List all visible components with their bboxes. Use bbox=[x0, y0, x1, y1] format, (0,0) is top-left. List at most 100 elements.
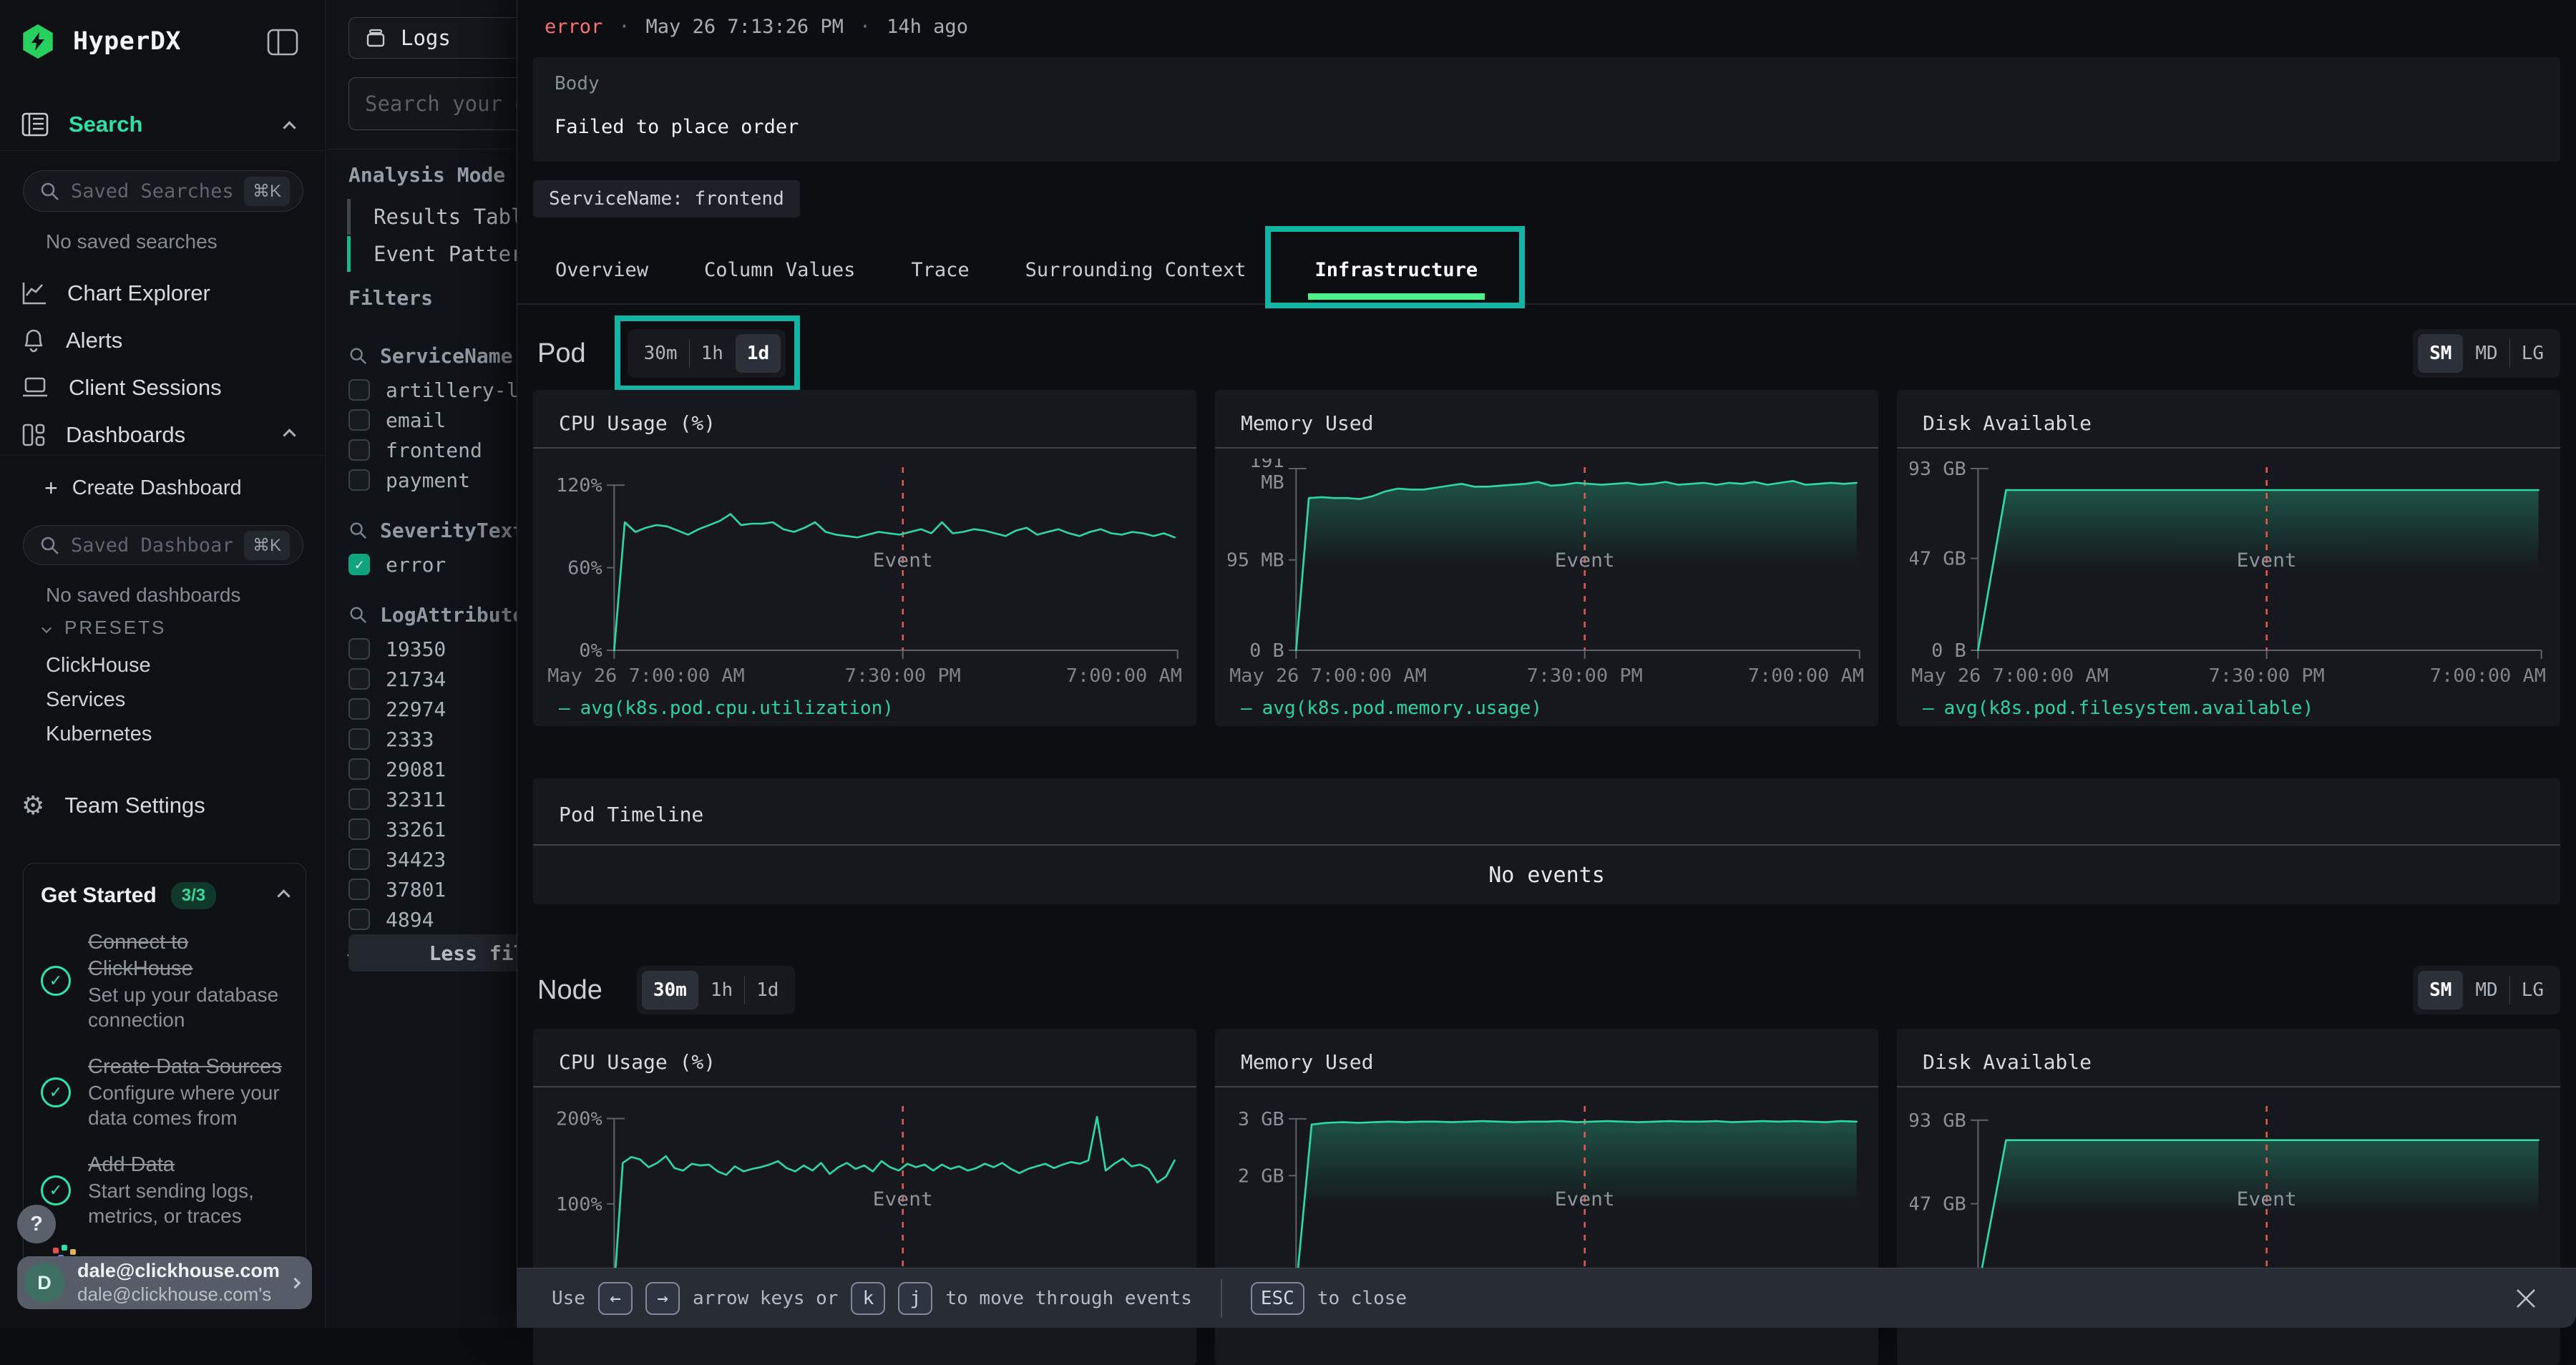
tab-infrastructure[interactable]: Infrastructure bbox=[1315, 259, 1478, 281]
help-button[interactable]: ? bbox=[17, 1205, 56, 1243]
pod-range-option-1d[interactable]: 1d bbox=[736, 334, 781, 373]
tab-surrounding-context[interactable]: Surrounding Context bbox=[1025, 259, 1246, 281]
chevron-up-icon[interactable] bbox=[277, 889, 290, 902]
task-create-data-sources[interactable]: ✓ Create Data Sources Configure where yo… bbox=[41, 1054, 288, 1130]
sidebar-item-label: Alerts bbox=[66, 328, 122, 353]
mode-indicator-active bbox=[347, 236, 351, 272]
chevron-up-icon[interactable] bbox=[283, 121, 296, 134]
task-connect-clickhouse[interactable]: ✓ Connect to ClickHouse Set up your data… bbox=[41, 929, 288, 1032]
pod-size-option-MD[interactable]: MD bbox=[2464, 334, 2509, 373]
sidebar-collapse-icon[interactable] bbox=[267, 29, 298, 56]
filter-option-29081[interactable]: 29081 bbox=[348, 754, 517, 784]
filter-option-frontend[interactable]: frontend bbox=[348, 435, 517, 465]
presets-label: PRESETS bbox=[64, 617, 166, 639]
presets-toggle[interactable]: PRESETS bbox=[43, 617, 166, 639]
sidebar-item-client-sessions[interactable]: Client Sessions bbox=[21, 375, 222, 401]
user-team: dale@clickhouse.com's bbox=[77, 1283, 278, 1306]
event-detail-panel: error · May 26 7:13:26 PM · 14h ago Body… bbox=[517, 0, 2576, 1328]
pod-size-option-SM[interactable]: SM bbox=[2418, 334, 2463, 373]
chart-title: Memory Used bbox=[1215, 1029, 1878, 1074]
checkbox[interactable] bbox=[348, 909, 370, 930]
filter-option-32311[interactable]: 32311 bbox=[348, 784, 517, 814]
chevron-up-icon[interactable] bbox=[283, 429, 296, 441]
sidebar-item-chart-explorer[interactable]: Chart Explorer bbox=[21, 280, 210, 306]
severity-badge: error bbox=[545, 16, 602, 38]
filter-option-email[interactable]: email bbox=[348, 405, 517, 435]
checkbox[interactable] bbox=[348, 409, 370, 431]
saved-searches-field[interactable] bbox=[71, 180, 233, 202]
pod-range-control[interactable]: 30m1h1d bbox=[628, 329, 786, 378]
sidebar-item-dashboards[interactable]: Dashboards bbox=[21, 422, 185, 448]
task-add-data[interactable]: ✓ Add Data Start sending logs, metrics, … bbox=[41, 1152, 288, 1228]
node-size-option-LG[interactable]: LG bbox=[2510, 971, 2555, 1009]
node-size-control[interactable]: SMMDLG bbox=[2413, 966, 2560, 1014]
checkbox[interactable] bbox=[348, 818, 370, 840]
preset-services[interactable]: Services bbox=[46, 688, 125, 712]
checkbox[interactable] bbox=[348, 668, 370, 690]
node-range-option-30m[interactable]: 30m bbox=[642, 971, 698, 1009]
saved-dashboards-input[interactable]: ⌘K bbox=[23, 525, 303, 565]
k-keycap: k bbox=[851, 1282, 885, 1315]
filter-option-error[interactable]: ✓error bbox=[348, 549, 517, 579]
filter-option-33261[interactable]: 33261 bbox=[348, 814, 517, 844]
create-dashboard-button[interactable]: + Create Dashboard bbox=[44, 475, 242, 502]
node-range-control[interactable]: 30m1h1d bbox=[637, 966, 796, 1014]
pod-size-control[interactable]: SMMDLG bbox=[2413, 329, 2560, 378]
checkbox[interactable] bbox=[348, 758, 370, 780]
checkbox[interactable] bbox=[348, 728, 370, 750]
filter-option-34423[interactable]: 34423 bbox=[348, 844, 517, 874]
saved-dashboards-field[interactable] bbox=[71, 534, 233, 557]
pod-section-header: Pod 30m1h1d SMMDLG bbox=[533, 321, 2560, 386]
node-range-option-1d[interactable]: 1d bbox=[745, 971, 790, 1009]
hint-text: arrow keys or bbox=[693, 1288, 839, 1309]
node-size-option-SM[interactable]: SM bbox=[2418, 971, 2463, 1009]
checkbox-checked[interactable]: ✓ bbox=[348, 554, 370, 575]
filter-option-payment[interactable]: payment bbox=[348, 465, 517, 495]
checkbox[interactable] bbox=[348, 469, 370, 491]
checkbox[interactable] bbox=[348, 638, 370, 660]
user-menu[interactable]: D dale@clickhouse.com dale@clickhouse.co… bbox=[17, 1256, 312, 1309]
tab-column-values[interactable]: Column Values bbox=[704, 259, 855, 281]
pod-charts-row: CPU Usage (%) 120%60%0%EventMay 26 7:00:… bbox=[533, 390, 2560, 726]
sidebar-item-alerts[interactable]: Alerts bbox=[21, 328, 122, 353]
preset-kubernetes[interactable]: Kubernetes bbox=[46, 723, 152, 746]
filter-option-4894[interactable]: 4894 bbox=[348, 904, 517, 934]
tab-overview[interactable]: Overview bbox=[555, 259, 648, 281]
svg-text:60%: 60% bbox=[567, 557, 602, 579]
checkbox[interactable] bbox=[348, 848, 370, 870]
event-search-input[interactable] bbox=[365, 92, 517, 116]
filter-option-artillery-loa[interactable]: artillery-loa bbox=[348, 375, 517, 405]
checkbox[interactable] bbox=[348, 698, 370, 720]
filter-option-19350[interactable]: 19350 bbox=[348, 634, 517, 664]
preset-clickhouse[interactable]: ClickHouse bbox=[46, 654, 151, 677]
less-filters-button[interactable]: Less fil bbox=[348, 934, 517, 972]
node-size-option-MD[interactable]: MD bbox=[2464, 971, 2509, 1009]
checkbox[interactable] bbox=[348, 788, 370, 810]
saved-searches-input[interactable]: ⌘K bbox=[23, 170, 303, 212]
filter-option-label: 22974 bbox=[386, 698, 446, 721]
filter-option-21734[interactable]: 21734 bbox=[348, 664, 517, 694]
pod-range-option-1h[interactable]: 1h bbox=[690, 334, 735, 373]
sidebar-item-team-settings[interactable]: ⚙ Team Settings bbox=[21, 793, 205, 818]
checkbox[interactable] bbox=[348, 439, 370, 461]
tab-trace[interactable]: Trace bbox=[911, 259, 969, 281]
pod-range-option-30m[interactable]: 30m bbox=[633, 334, 689, 373]
filter-option-label: payment bbox=[386, 469, 470, 492]
sidebar-item-search[interactable]: Search bbox=[21, 112, 142, 137]
search-icon bbox=[39, 535, 59, 555]
source-selector-button[interactable]: Logs bbox=[348, 17, 517, 59]
pod-size-option-LG[interactable]: LG bbox=[2510, 334, 2555, 373]
node-range-option-1h[interactable]: 1h bbox=[699, 971, 744, 1009]
filter-option-2333[interactable]: 2333 bbox=[348, 724, 517, 754]
checkbox[interactable] bbox=[348, 379, 370, 401]
event-search-box[interactable] bbox=[348, 77, 517, 130]
task-title: Add Data bbox=[88, 1152, 288, 1178]
mode-event-patterns[interactable]: Event Patterns bbox=[347, 236, 517, 272]
service-name-chip[interactable]: ServiceName: frontend bbox=[533, 180, 800, 217]
close-icon[interactable] bbox=[2513, 1286, 2539, 1311]
svg-text:191: 191 bbox=[1249, 459, 1284, 472]
filter-option-22974[interactable]: 22974 bbox=[348, 694, 517, 724]
filter-option-37801[interactable]: 37801 bbox=[348, 874, 517, 904]
mode-results-table[interactable]: Results Table bbox=[347, 199, 517, 235]
checkbox[interactable] bbox=[348, 879, 370, 900]
